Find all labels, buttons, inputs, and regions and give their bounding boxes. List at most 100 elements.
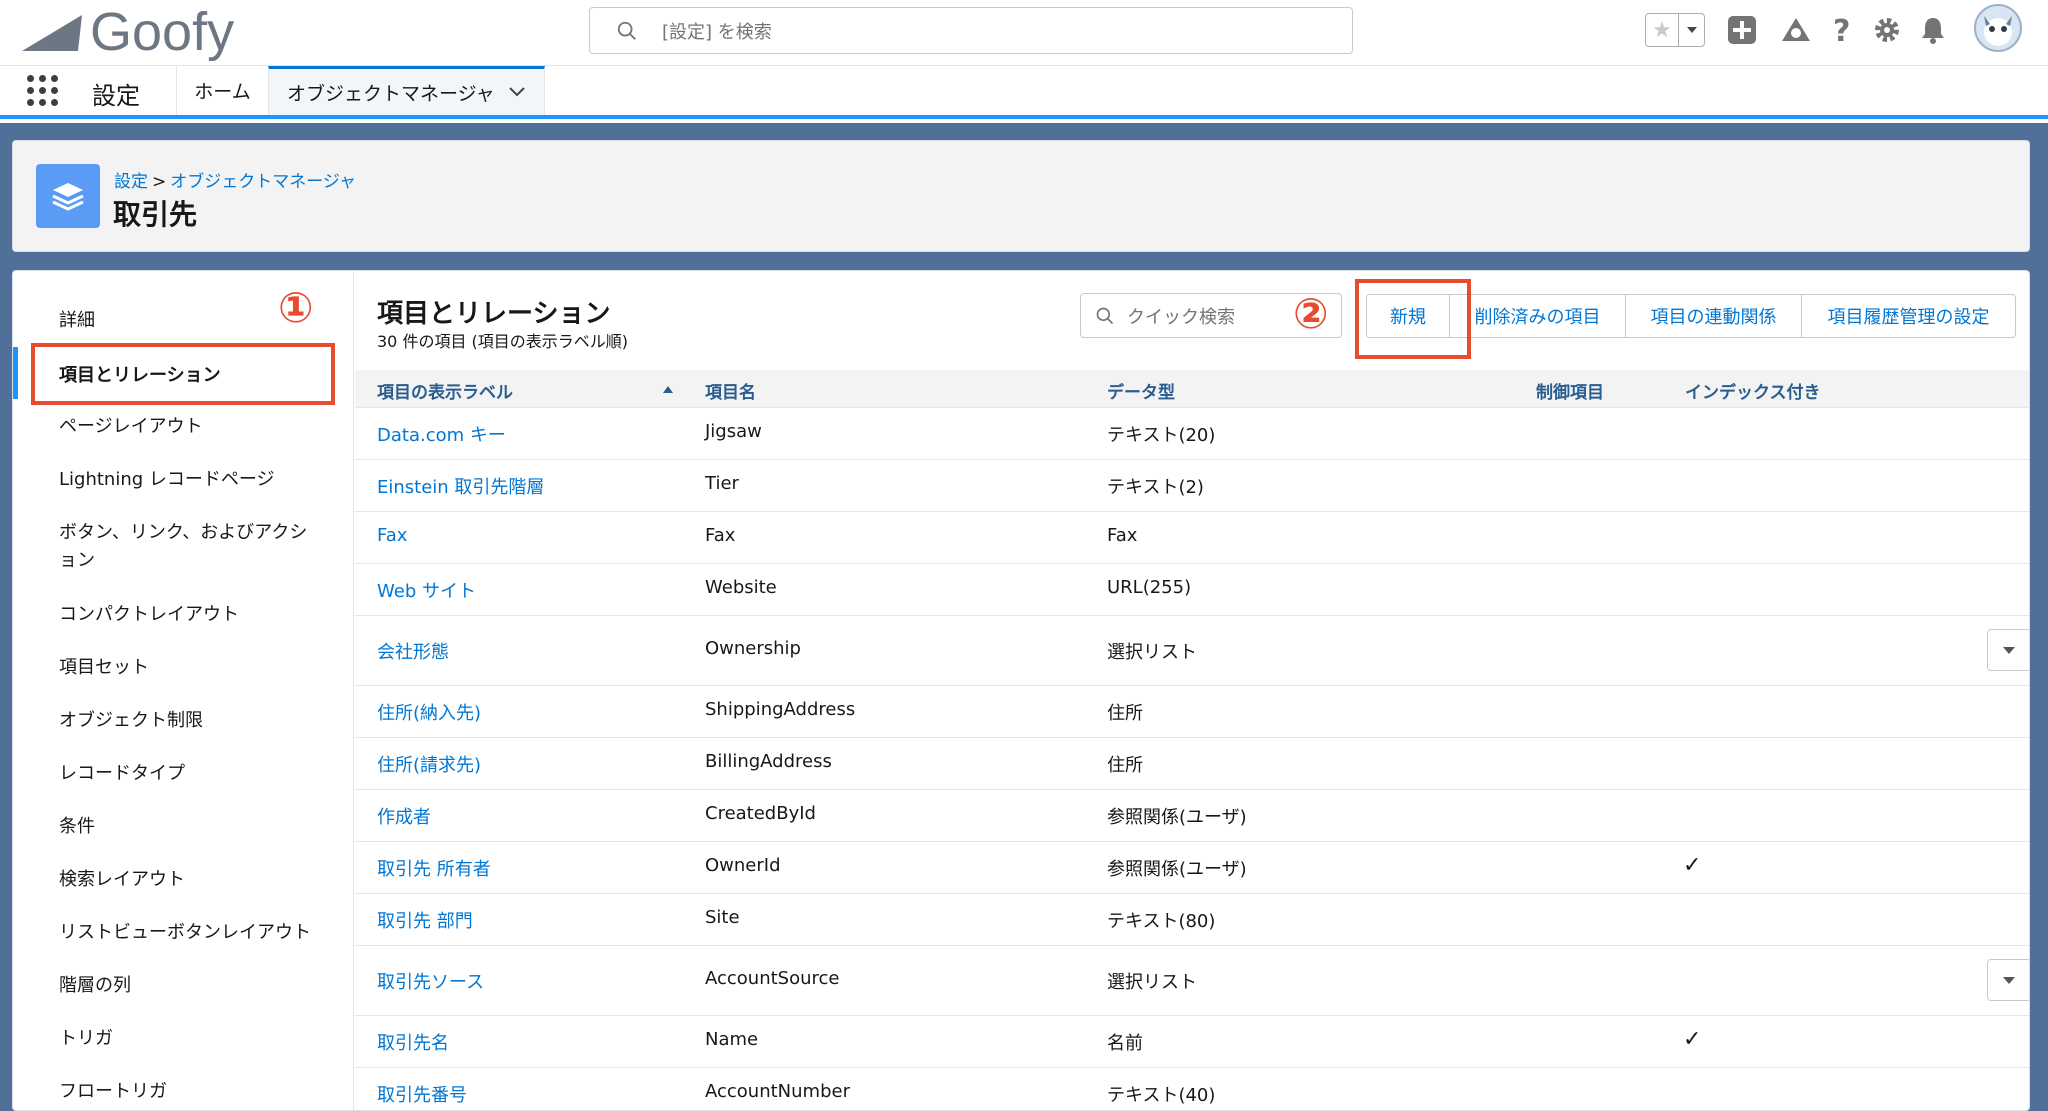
help-icon[interactable]: ?	[1826, 14, 1858, 46]
field-data-type: Fax	[1107, 525, 1138, 546]
annotation-marker-1: ①	[278, 283, 314, 332]
search-icon	[1096, 307, 1114, 324]
field-label-link[interactable]: 取引先 所有者	[377, 855, 491, 881]
field-label-link[interactable]: Einstein 取引先階層	[377, 473, 544, 499]
sidebar-item-buttons-links-actions[interactable]: ボタン、リンク、およびアクション	[59, 519, 319, 575]
field-api-name: Website	[705, 577, 777, 598]
nav-tab-object-manager[interactable]: オブジェクトマネージャ	[268, 66, 545, 115]
sidebar-active-indicator	[13, 347, 18, 399]
field-data-type: テキスト(80)	[1107, 911, 1216, 932]
field-label-link[interactable]: 取引先 部門	[377, 907, 473, 933]
table-row: Einstein 取引先階層 Tier テキスト(2)	[355, 460, 2029, 512]
sidebar-item-flow-triggers[interactable]: フロートリガ	[59, 1078, 329, 1106]
field-api-name: Ownership	[705, 638, 801, 659]
breadcrumb-object-manager[interactable]: オブジェクトマネージャ	[170, 172, 356, 192]
col-indexed[interactable]: インデックス付き	[1685, 378, 1821, 403]
breadcrumb-setup[interactable]: 設定	[114, 172, 148, 192]
table-row: 取引先ソース AccountSource 選択リスト	[355, 946, 2029, 1016]
sidebar-item-conditions[interactable]: 条件	[59, 813, 329, 841]
row-actions-dropdown[interactable]	[1987, 959, 2029, 1001]
sidebar-item-hierarchy-columns[interactable]: 階層の列	[59, 972, 329, 1000]
indexed-check-icon: ✓	[1683, 1027, 1702, 1052]
nav-tab-home-label: ホーム	[194, 81, 251, 103]
table-header: 項目の表示ラベル 項目名 データ型 制御項目 インデックス付き	[355, 370, 2029, 408]
field-data-type: 参照関係(ユーザ)	[1107, 807, 1247, 828]
breadcrumb: 設定 > オブジェクトマネージャ	[114, 167, 356, 192]
star-icon[interactable]: ★	[1646, 14, 1678, 46]
field-label-link[interactable]: 作成者	[377, 803, 431, 829]
field-data-type: 住所	[1107, 755, 1143, 776]
breadcrumb-separator: >	[152, 172, 167, 192]
field-label-link[interactable]: 取引先番号	[377, 1081, 467, 1107]
sidebar-item-compact-layouts[interactable]: コンパクトレイアウト	[59, 601, 329, 629]
trailhead-icon[interactable]	[1780, 14, 1812, 46]
field-api-name: ShippingAddress	[705, 699, 856, 720]
field-data-type: 選択リスト	[1107, 642, 1197, 663]
table-row: Data.com キー Jigsaw テキスト(20)	[355, 408, 2029, 460]
table-row: Web サイト Website URL(255)	[355, 564, 2029, 616]
add-icon[interactable]	[1726, 14, 1758, 46]
quick-search-placeholder: クイック検索	[1127, 306, 1235, 328]
context-bar: 設定 ホーム オブジェクトマネージャ	[0, 66, 2048, 119]
chevron-down-icon[interactable]	[508, 87, 525, 97]
nav-tab-object-manager-label: オブジェクトマネージャ	[287, 82, 495, 105]
field-data-type: テキスト(2)	[1107, 477, 1204, 498]
field-api-name: AccountNumber	[705, 1081, 850, 1102]
col-field-name[interactable]: 項目名	[705, 378, 756, 403]
field-label-link[interactable]: Fax	[377, 525, 407, 546]
table-row: 住所(納入先) ShippingAddress 住所	[355, 686, 2029, 738]
bell-icon[interactable]	[1917, 14, 1949, 46]
new-button-highlight	[1355, 279, 1471, 359]
sidebar-item-list-view-button-layout[interactable]: リストビューボタンレイアウト	[59, 919, 329, 947]
logo[interactable]: Goofy	[20, 2, 234, 62]
deleted-fields-button[interactable]: 削除済みの項目	[1450, 295, 1626, 337]
set-history-tracking-button[interactable]: 項目履歴管理の設定	[1802, 295, 2015, 337]
sidebar-item-lightning-record-pages[interactable]: Lightning レコードページ	[59, 466, 329, 494]
field-label-link[interactable]: 住所(請求先)	[377, 751, 481, 777]
chevron-down-icon	[2003, 976, 2015, 984]
col-data-type[interactable]: データ型	[1107, 378, 1175, 403]
field-label-link[interactable]: 住所(納入先)	[377, 699, 481, 725]
sort-ascending-icon[interactable]	[662, 384, 674, 394]
nav-tab-home[interactable]: ホーム	[177, 66, 268, 115]
field-data-type: テキスト(40)	[1107, 1085, 1216, 1106]
sidebar-item-object-limits[interactable]: オブジェクト制限	[59, 707, 329, 735]
avatar[interactable]	[1974, 4, 2022, 52]
row-actions-dropdown[interactable]	[1987, 629, 2029, 671]
table-row: Fax Fax Fax	[355, 512, 2029, 564]
field-data-type: URL(255)	[1107, 577, 1192, 598]
svg-text:?: ?	[1833, 15, 1850, 45]
table-row: 作成者 CreatedById 参照関係(ユーザ)	[355, 790, 2029, 842]
sidebar-item-triggers[interactable]: トリガ	[59, 1025, 329, 1053]
annotation-marker-2: ②	[1293, 289, 1329, 338]
page-title: 取引先	[113, 198, 198, 231]
sidebar-item-record-types[interactable]: レコードタイプ	[59, 760, 329, 788]
table-row: 取引先名 Name 名前 ✓	[355, 1016, 2029, 1068]
app-launcher-icon[interactable]	[27, 75, 61, 109]
gear-icon[interactable]	[1871, 14, 1903, 46]
field-label-link[interactable]: Data.com キー	[377, 421, 506, 447]
item-count: 30 件の項目 (項目の表示ラベル順)	[377, 332, 629, 351]
field-data-type: 名前	[1107, 1033, 1143, 1054]
field-data-type: 選択リスト	[1107, 972, 1197, 993]
sidebar: 詳細 項目とリレーション ページレイアウト Lightning レコードページ …	[13, 271, 354, 1110]
favorites-button[interactable]: ★	[1645, 13, 1705, 47]
sidebar-item-search-layouts[interactable]: 検索レイアウト	[59, 866, 329, 894]
field-label-link[interactable]: Web サイト	[377, 577, 476, 603]
sidebar-item-field-sets[interactable]: 項目セット	[59, 654, 329, 682]
favorites-dropdown-icon[interactable]	[1678, 14, 1704, 46]
field-label-link[interactable]: 取引先ソース	[377, 968, 484, 994]
field-api-name: CreatedById	[705, 803, 816, 824]
col-controlling-field[interactable]: 制御項目	[1536, 378, 1604, 403]
field-api-name: AccountSource	[705, 968, 840, 989]
layers-icon	[36, 164, 100, 228]
sidebar-item-fields-relationships[interactable]: 項目とリレーション	[31, 343, 335, 405]
global-search-input[interactable]: [設定] を検索	[589, 7, 1353, 54]
field-dependencies-button[interactable]: 項目の連動関係	[1626, 295, 1802, 337]
sidebar-item-page-layouts[interactable]: ページレイアウト	[59, 413, 329, 441]
field-api-name: Fax	[705, 525, 736, 546]
col-field-label[interactable]: 項目の表示ラベル	[377, 378, 513, 403]
field-label-link[interactable]: 会社形態	[377, 638, 449, 664]
field-label-link[interactable]: 取引先名	[377, 1029, 449, 1055]
section-title: 項目とリレーション	[377, 299, 611, 329]
